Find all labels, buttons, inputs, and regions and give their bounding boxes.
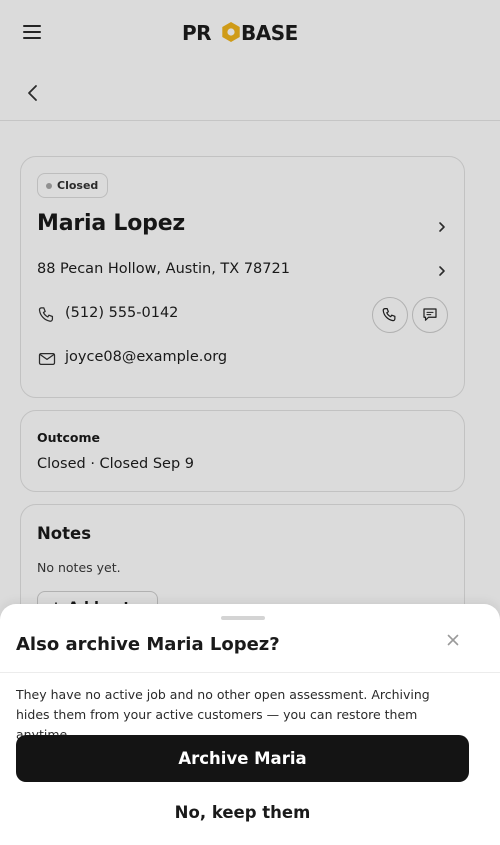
archive-button[interactable]: Archive Maria bbox=[16, 735, 469, 782]
archive-bottom-sheet: Also archive Maria Lopez? They have no a… bbox=[0, 604, 500, 845]
close-icon[interactable] bbox=[444, 631, 462, 649]
sheet-title: Also archive Maria Lopez? bbox=[16, 634, 280, 655]
sheet-grabber[interactable] bbox=[221, 616, 265, 620]
keep-button[interactable]: No, keep them bbox=[0, 803, 485, 822]
sheet-divider bbox=[0, 672, 500, 673]
